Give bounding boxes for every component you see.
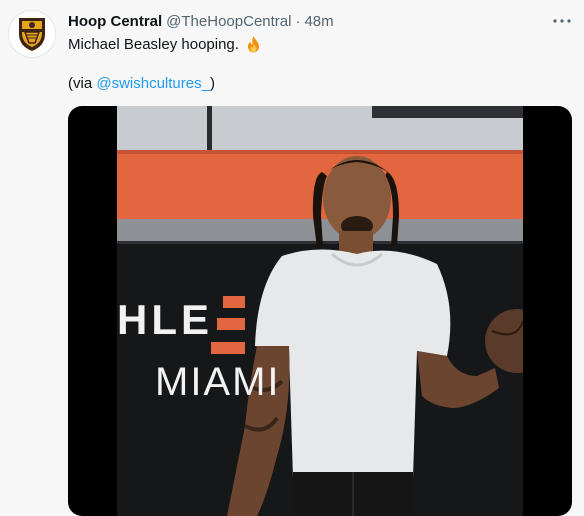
tweet-text-content: Michael Beasley hooping. xyxy=(68,35,239,53)
fire-icon xyxy=(245,35,262,53)
tweet-text: Michael Beasley hooping. xyxy=(68,35,262,53)
via-prefix: (via xyxy=(68,75,97,92)
video-frame: HLE MIAMI xyxy=(117,106,523,516)
timestamp[interactable]: 48m xyxy=(304,13,333,30)
hoop-central-logo xyxy=(19,18,45,51)
more-options-button[interactable] xyxy=(548,10,576,32)
tweet[interactable]: Hoop Central @TheHoopCentral · 48m Micha… xyxy=(0,0,584,516)
tweet-header: Hoop Central @TheHoopCentral · 48m xyxy=(68,11,334,31)
mention-link[interactable]: @swishcultures_ xyxy=(96,75,210,92)
display-name[interactable]: Hoop Central xyxy=(68,13,162,30)
more-icon xyxy=(553,19,571,23)
wall-text-top: HLE xyxy=(117,296,213,343)
via-credit: (via @swishcultures_) xyxy=(68,75,215,92)
wall-text-bottom: MIAMI xyxy=(155,360,281,404)
via-suffix: ) xyxy=(209,75,215,92)
tweet-video[interactable]: HLE MIAMI xyxy=(68,106,572,516)
user-handle[interactable]: @TheHoopCentral xyxy=(166,13,291,30)
separator-dot: · xyxy=(295,12,301,30)
avatar[interactable] xyxy=(8,10,56,58)
